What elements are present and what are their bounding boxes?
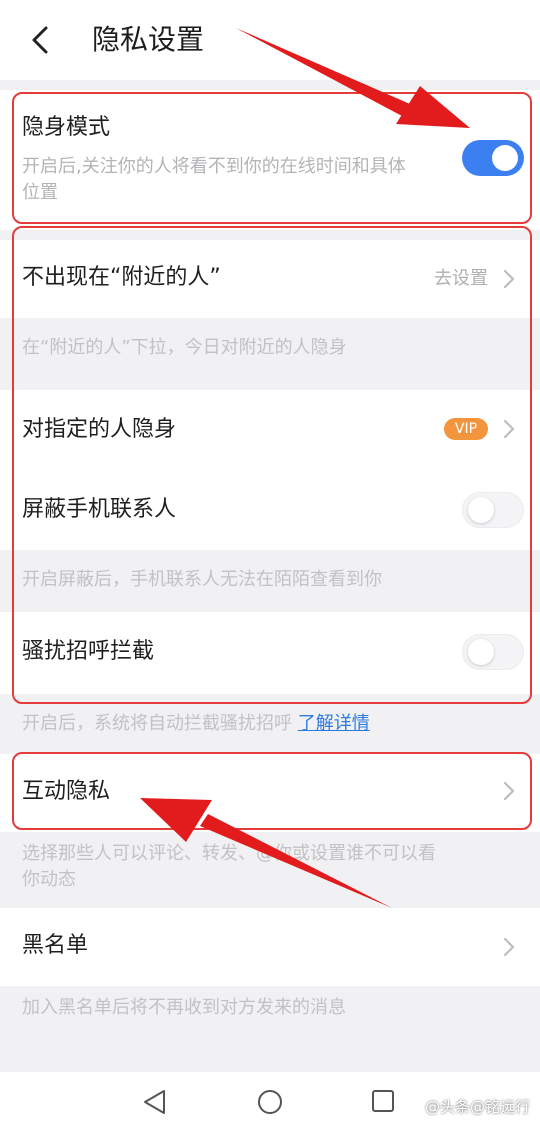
toggle-knob (468, 639, 494, 665)
watermark: @头条@铭远行 (424, 1098, 530, 1116)
page-title: 隐私设置 (92, 23, 205, 56)
blacklist-row[interactable]: 黑名单 (0, 908, 540, 986)
nearby-setting-link[interactable]: 去设置 (434, 266, 488, 292)
toggle-knob (492, 145, 518, 171)
block-contacts-row[interactable]: 屏蔽手机联系人 (0, 470, 540, 550)
nav-back-icon[interactable] (142, 1088, 168, 1116)
nearby-people-row[interactable]: 不出现在“附近的人” 去设置 (0, 240, 540, 318)
harass-block-row[interactable]: 骚扰招呼拦截 (0, 612, 540, 694)
chevron-right-icon (503, 269, 515, 289)
interaction-hint: 选择那些人可以评论、转发、@你或设置谁不可以看 你动态 (0, 832, 540, 908)
nav-recents-icon[interactable] (370, 1088, 396, 1114)
interaction-hint-line2: 你动态 (22, 869, 76, 890)
interaction-hint-line1: 选择那些人可以评论、转发、@你或设置谁不可以看 (22, 843, 436, 864)
interaction-privacy-row[interactable]: 互动隐私 (0, 754, 540, 832)
chevron-right-icon (503, 419, 515, 439)
nearby-hint-text: 在“附近的人”下拉，今日对附近的人隐身 (22, 337, 347, 358)
harass-hint-label: 开启后，系统将自动拦截骚扰招呼 (22, 713, 292, 734)
toggle-knob (468, 497, 494, 523)
block-contacts-title: 屏蔽手机联系人 (22, 497, 177, 522)
harass-block-title: 骚扰招呼拦截 (22, 639, 155, 664)
contacts-hint: 开启屏蔽后，手机联系人无法在陌陌查看到你 (0, 550, 540, 612)
interaction-privacy-title: 互动隐私 (22, 779, 111, 804)
harass-block-toggle[interactable] (462, 634, 524, 670)
contacts-hint-text: 开启屏蔽后，手机联系人无法在陌陌查看到你 (22, 569, 382, 590)
nearby-people-title: 不出现在“附近的人” (22, 265, 221, 290)
learn-more-link[interactable]: 了解详情 (298, 713, 370, 734)
blacklist-hint: 加入黑名单后将不再收到对方发来的消息 (0, 986, 540, 1072)
hide-from-specific-title: 对指定的人隐身 (22, 417, 177, 442)
harass-hint: 开启后，系统将自动拦截骚扰招呼 了解详情 (0, 694, 540, 754)
stealth-mode-toggle[interactable] (462, 140, 524, 176)
hide-from-specific-row[interactable]: 对指定的人隐身 VIP (0, 390, 540, 470)
stealth-mode-desc-line1: 开启后,关注你的人将看不到你的在线时间和具体 (22, 156, 406, 177)
stealth-mode-title: 隐身模式 (22, 115, 111, 140)
vip-badge: VIP (444, 418, 488, 440)
stealth-mode-row[interactable]: 隐身模式 开启后,关注你的人将看不到你的在线时间和具体 位置 (0, 90, 540, 230)
back-arrow-icon[interactable] (26, 22, 56, 58)
stealth-mode-desc-line2: 位置 (22, 182, 58, 203)
blacklist-title: 黑名单 (22, 933, 89, 958)
chevron-right-icon (503, 937, 515, 957)
chevron-right-icon (503, 781, 515, 801)
harass-hint-text: 开启后，系统将自动拦截骚扰招呼 了解详情 (22, 710, 370, 738)
nav-home-icon[interactable] (256, 1088, 284, 1116)
app-header: 隐私设置 (0, 0, 540, 80)
block-contacts-toggle[interactable] (462, 492, 524, 528)
nearby-hint: 在“附近的人”下拉，今日对附近的人隐身 (0, 318, 540, 390)
blacklist-hint-text: 加入黑名单后将不再收到对方发来的消息 (22, 997, 346, 1018)
